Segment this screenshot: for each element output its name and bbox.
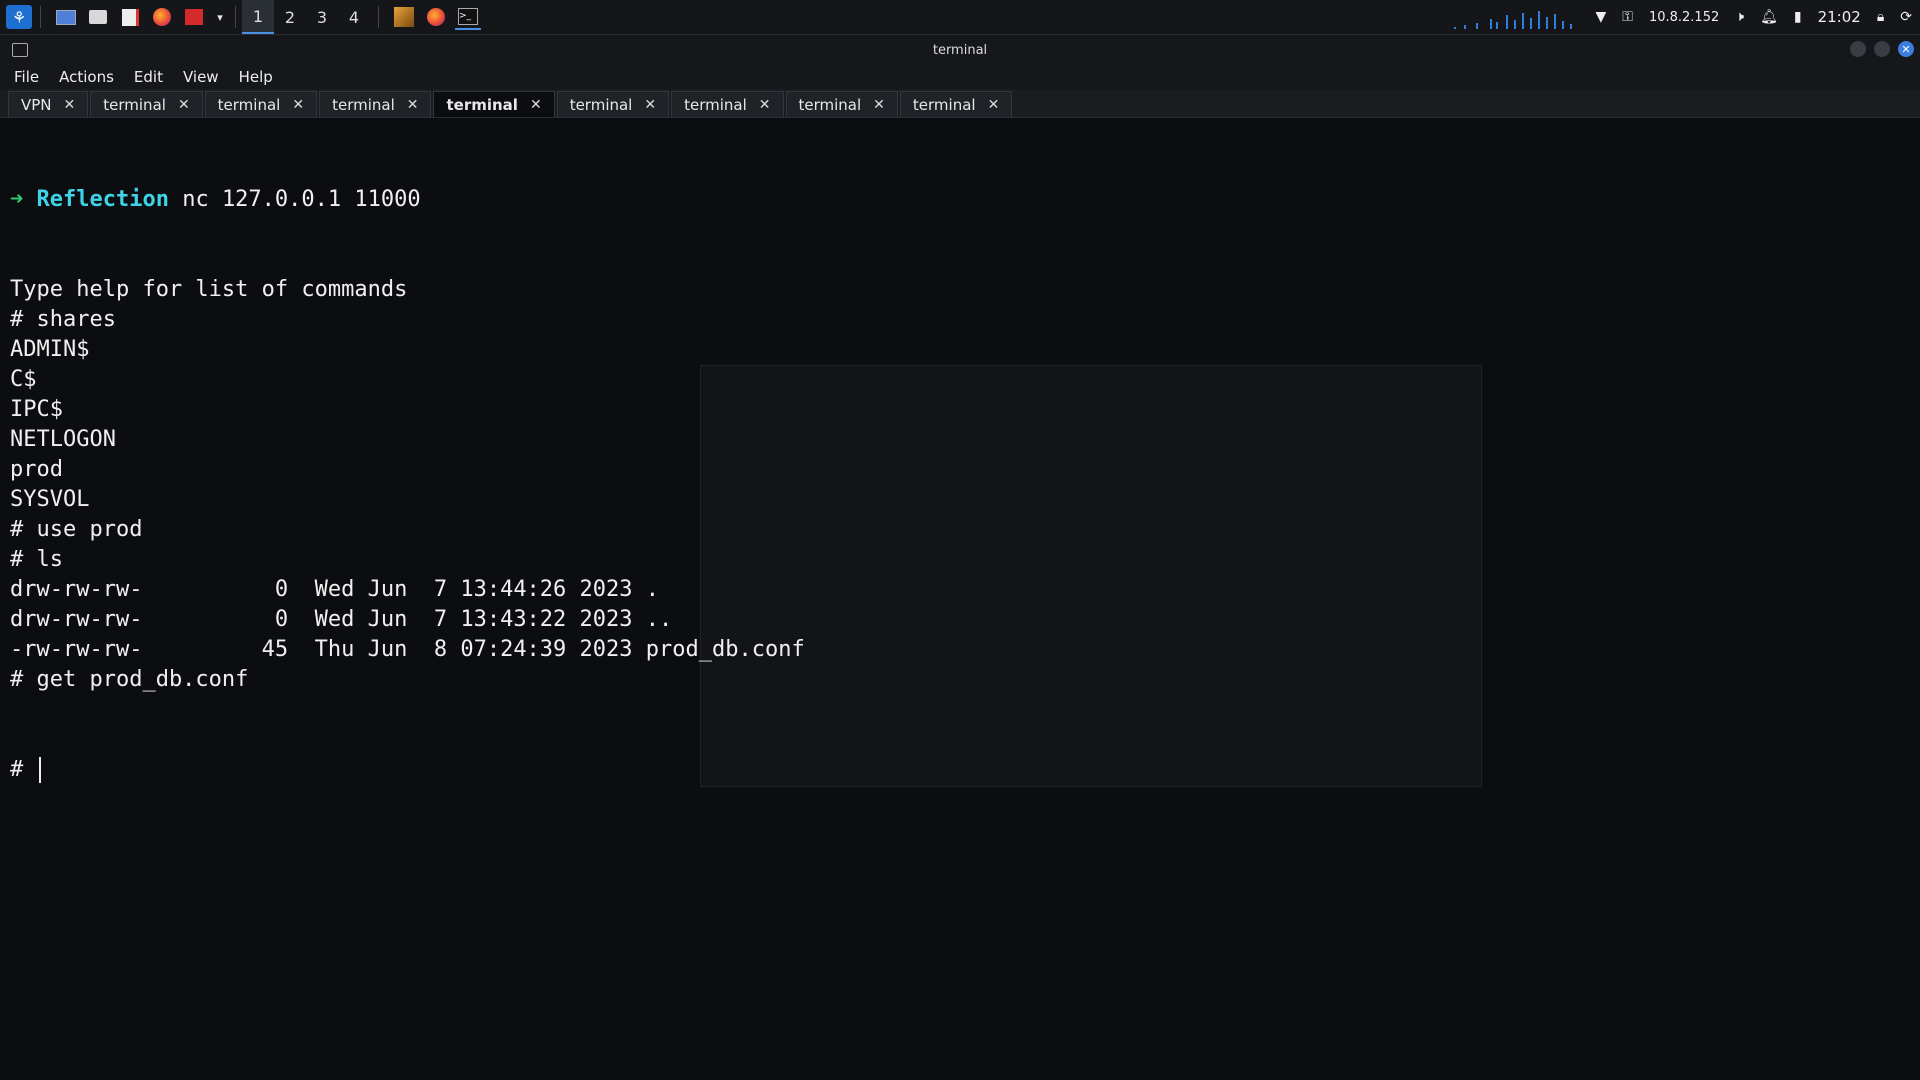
wifi-icon[interactable]: ▼	[1596, 9, 1607, 25]
prompt-arrow: ➜	[10, 187, 24, 212]
menu-view[interactable]: View	[183, 68, 219, 86]
tab-terminal-6[interactable]: terminal ✕	[671, 91, 784, 117]
tab-close-icon[interactable]: ✕	[292, 97, 304, 113]
window-icon	[12, 43, 28, 57]
title-bar[interactable]: terminal ✕	[0, 35, 1920, 65]
tab-terminal-1[interactable]: terminal ✕	[90, 91, 203, 117]
chevron-down-icon[interactable]: ▾	[213, 5, 227, 29]
workspace-4[interactable]: 4	[338, 0, 370, 34]
panel-separator	[378, 6, 379, 28]
prompt-directory: Reflection	[36, 187, 169, 212]
terminal-icon[interactable]: >_	[455, 4, 481, 30]
current-prompt: #	[10, 757, 37, 782]
tab-label: terminal	[912, 95, 976, 114]
menu-bar: File Actions Edit View Help	[0, 65, 1920, 89]
tab-label: terminal	[217, 95, 281, 114]
terminal-lines: Type help for list of commands # shares AD…	[10, 275, 1890, 695]
tab-terminal-8[interactable]: terminal ✕	[899, 91, 1013, 117]
tab-terminal-5[interactable]: terminal ✕	[556, 91, 670, 117]
vpn-icon[interactable]: ⚿	[1622, 9, 1633, 25]
terminal-line: SYSVOL	[10, 487, 90, 512]
window-title: terminal	[932, 42, 988, 58]
terminal-line: # get prod_db.conf	[10, 667, 249, 692]
terminal-output[interactable]: ➜ Reflection nc 127.0.0.1 11000 Type hel…	[10, 125, 1890, 783]
tab-close-icon[interactable]: ✕	[988, 97, 1000, 113]
tab-label: terminal	[103, 95, 166, 114]
red-app-icon[interactable]	[181, 5, 207, 29]
burp-icon[interactable]	[391, 5, 417, 29]
tab-label: VPN	[21, 95, 52, 114]
tab-terminal-4[interactable]: terminal ✕	[433, 91, 555, 117]
menu-file[interactable]: File	[14, 68, 39, 86]
text-cursor	[38, 757, 41, 783]
terminal-line: # ls	[10, 547, 63, 572]
panel-separator	[40, 6, 41, 28]
tab-terminal-2[interactable]: terminal ✕	[204, 91, 318, 117]
workspace-3[interactable]: 3	[306, 0, 338, 34]
terminal-line: drw-rw-rw- 0 Wed Jun 7 13:43:22 2023 ..	[10, 607, 673, 632]
menu-help[interactable]: Help	[239, 68, 273, 86]
terminal-line: Type help for list of commands	[10, 277, 408, 302]
text-editor-icon[interactable]	[117, 5, 143, 29]
tab-label: terminal	[446, 95, 518, 114]
tab-terminal-3[interactable]: terminal ✕	[319, 91, 432, 117]
files-icon[interactable]	[85, 5, 111, 29]
menu-actions[interactable]: Actions	[59, 68, 114, 86]
terminal-line: -rw-rw-rw- 45 Thu Jun 8 07:24:39 2023 pr…	[10, 637, 805, 662]
bell-icon[interactable]: 🔔︎	[1760, 9, 1778, 25]
prompt-line: ➜ Reflection nc 127.0.0.1 11000	[10, 185, 1890, 215]
clock[interactable]: 21:02	[1818, 8, 1861, 26]
ip-address: 10.8.2.152	[1648, 9, 1720, 25]
minimize-button[interactable]	[1850, 41, 1866, 57]
desktop-icon[interactable]	[53, 5, 79, 29]
tab-close-icon[interactable]: ✕	[407, 97, 419, 113]
terminal-line: drw-rw-rw- 0 Wed Jun 7 13:44:26 2023 .	[10, 577, 660, 602]
network-graph	[1450, 5, 1580, 29]
firefox-window-icon[interactable]	[423, 5, 449, 29]
terminal-line: # shares	[10, 307, 116, 332]
tab-close-icon[interactable]: ✕	[644, 97, 656, 113]
terminal-line: # use prod	[10, 517, 143, 542]
terminal-window: terminal ✕ File Actions Edit View Help V…	[0, 35, 1920, 1080]
workspace-2[interactable]: 2	[274, 0, 306, 34]
tab-label: terminal	[684, 95, 747, 114]
tab-label: terminal	[569, 95, 633, 114]
tab-close-icon[interactable]: ✕	[873, 97, 885, 113]
mute-icon[interactable]: 🕨	[1735, 9, 1744, 25]
tab-close-icon[interactable]: ✕	[759, 97, 771, 113]
panel-separator	[235, 6, 236, 28]
tab-close-icon[interactable]: ✕	[64, 97, 76, 113]
terminal-line: ADMIN$	[10, 337, 90, 362]
tab-close-icon[interactable]: ✕	[178, 97, 190, 113]
tab-label: terminal	[798, 95, 862, 114]
tab-vpn-0[interactable]: VPN ✕	[8, 91, 89, 117]
current-prompt-line[interactable]: #	[10, 755, 1890, 785]
tab-terminal-7[interactable]: terminal ✕	[785, 91, 898, 117]
top-panel: ⚘ ▾ 1 2 3 4 >_ ▼ ⚿ 10.8.2.152 🕨 🔔︎ ▮ 21:…	[0, 0, 1920, 35]
tab-label: terminal	[332, 95, 395, 114]
maximize-button[interactable]	[1874, 41, 1890, 57]
terminal-line: IPC$	[10, 397, 63, 422]
terminal-line: prod	[10, 457, 63, 482]
terminal-line: C$	[10, 367, 37, 392]
prompt-command: nc 127.0.0.1 11000	[182, 187, 421, 212]
firefox-icon[interactable]	[149, 5, 175, 29]
refresh-icon[interactable]: ⟳	[1900, 9, 1912, 25]
tab-bar: VPN ✕ terminal ✕ terminal ✕ terminal ✕ terminal ✕…	[0, 89, 1920, 118]
kali-menu-icon[interactable]: ⚘	[6, 5, 32, 29]
battery-icon[interactable]: ▮	[1794, 9, 1802, 25]
menu-edit[interactable]: Edit	[134, 68, 163, 86]
lock-icon[interactable]: 🔒︎	[1877, 9, 1884, 25]
workspace-1[interactable]: 1	[242, 0, 274, 34]
terminal-line: NETLOGON	[10, 427, 116, 452]
close-button[interactable]: ✕	[1898, 41, 1914, 57]
tab-close-icon[interactable]: ✕	[530, 97, 542, 113]
